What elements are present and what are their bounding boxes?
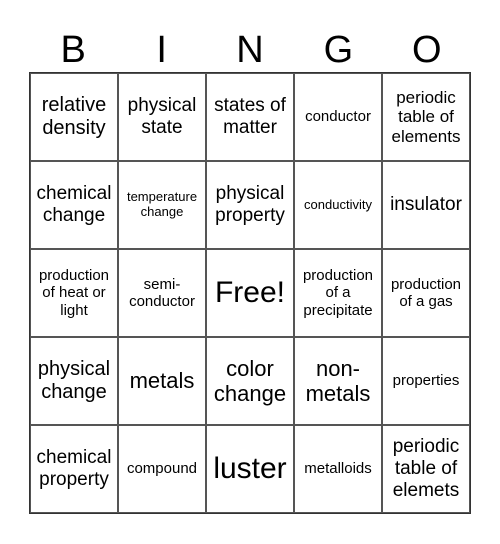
bingo-header: B I N G O xyxy=(29,28,471,73)
bingo-cell[interactable]: metals xyxy=(118,337,206,425)
bingo-cell[interactable]: conductivity xyxy=(294,161,382,249)
bingo-cell[interactable]: relative density xyxy=(30,73,118,161)
bingo-cell[interactable]: states of matter xyxy=(206,73,294,161)
bingo-cell[interactable]: production of a precipitate xyxy=(294,249,382,337)
header-letter-g: G xyxy=(323,29,354,71)
bingo-cell[interactable]: luster xyxy=(206,425,294,513)
header-letter-o: O xyxy=(412,29,442,71)
bingo-cell[interactable]: chemical change xyxy=(30,161,118,249)
header-letter-n: N xyxy=(236,29,264,71)
bingo-cell[interactable]: physical change xyxy=(30,337,118,425)
header-letter-i: I xyxy=(156,29,167,71)
bingo-cell[interactable]: temperature change xyxy=(118,161,206,249)
bingo-cell[interactable]: semi-conductor xyxy=(118,249,206,337)
bingo-grid: relative density physical state states o… xyxy=(29,72,471,514)
bingo-cell[interactable]: insulator xyxy=(382,161,470,249)
bingo-cell[interactable]: compound xyxy=(118,425,206,513)
free-space-cell[interactable]: Free! xyxy=(206,249,294,337)
bingo-cell[interactable]: properties xyxy=(382,337,470,425)
bingo-cell[interactable]: periodic table of elemets xyxy=(382,425,470,513)
bingo-cell[interactable]: metalloids xyxy=(294,425,382,513)
bingo-cell[interactable]: periodic table of elements xyxy=(382,73,470,161)
bingo-cell[interactable]: chemical property xyxy=(30,425,118,513)
bingo-cell[interactable]: non-metals xyxy=(294,337,382,425)
bingo-cell[interactable]: production of a gas xyxy=(382,249,470,337)
bingo-cell[interactable]: production of heat or light xyxy=(30,249,118,337)
header-letter-b: B xyxy=(60,29,86,71)
bingo-cell[interactable]: physical state xyxy=(118,73,206,161)
bingo-cell[interactable]: conductor xyxy=(294,73,382,161)
bingo-cell[interactable]: physical property xyxy=(206,161,294,249)
bingo-cell[interactable]: color change xyxy=(206,337,294,425)
